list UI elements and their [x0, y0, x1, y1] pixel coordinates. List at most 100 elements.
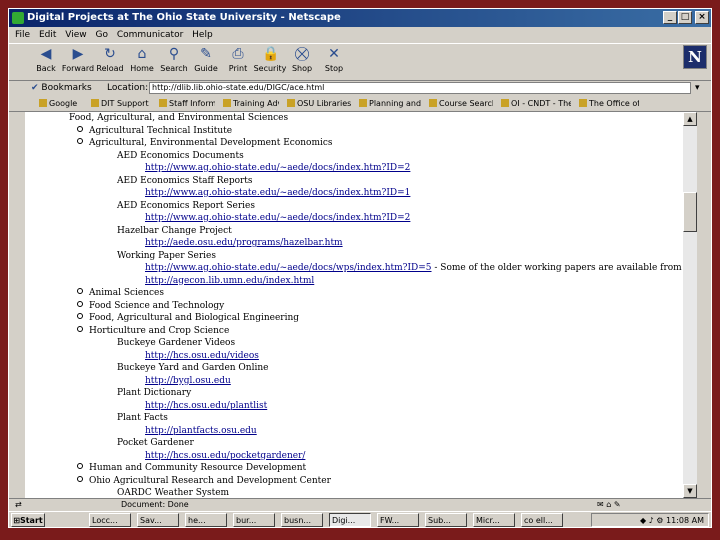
resource-note: - Some of the older working papers are a… — [431, 263, 682, 273]
list-item[interactable]: Agricultural Technical Institute — [77, 125, 232, 137]
clock: 11:08 AM — [666, 516, 704, 525]
resource-link[interactable]: http://agecon.lib.umn.edu/index.html — [145, 275, 314, 287]
taskbar-window-label: Micr... — [476, 516, 500, 525]
bookmark-label: Staff Informati — [169, 99, 215, 108]
resource-link[interactable]: http://www.ag.ohio-state.edu/~aede/docs/… — [145, 263, 432, 273]
menu-edit[interactable]: Edit — [39, 30, 56, 40]
bookmark-label: OSU Libraries C — [297, 99, 351, 108]
home-button[interactable]: ⌂ Home — [125, 46, 159, 78]
status-bar: ⇄ Document: Done ✉ ⌂ ✎ — [9, 498, 711, 511]
bookmark-item[interactable]: OSU Libraries C — [287, 97, 351, 111]
taskbar-window-button[interactable]: Digi... — [329, 513, 371, 527]
list-item[interactable]: Horticulture and Crop Science — [77, 325, 229, 337]
taskbar-window-button[interactable]: Sub... — [425, 513, 467, 527]
menu-help[interactable]: Help — [192, 30, 213, 40]
bookmark-item[interactable]: Training Advisc — [223, 97, 279, 111]
menu-file[interactable]: File — [15, 30, 30, 40]
security-button[interactable]: 🔒 Security — [253, 46, 287, 78]
url-input[interactable]: http://dlib.lib.ohio-state.edu/DIGC/ace.… — [149, 82, 691, 94]
bookmark-label: Training Advisc — [233, 99, 279, 108]
search-icon: ⚲ — [168, 46, 180, 62]
taskbar-window-label: co ell... — [524, 516, 553, 525]
forward-arrow-icon: ▶ — [72, 46, 84, 62]
bullet-icon — [77, 475, 83, 482]
bookmark-item[interactable]: Course Search F — [429, 97, 493, 111]
bookmark-icon: ✔ — [31, 83, 39, 93]
resource-link[interactable]: http://www.ag.ohio-state.edu/~aede/docs/… — [145, 162, 410, 174]
resource-link[interactable]: http://aede.osu.edu/programs/hazelbar.ht… — [145, 237, 343, 249]
bookmarks-button[interactable]: ✔ Bookmarks — [31, 80, 92, 96]
start-button[interactable]: ⊞Start — [11, 513, 45, 527]
list-item[interactable]: Ohio Agricultural Research and Developme… — [77, 475, 331, 487]
toolbar-label: Guide — [194, 64, 218, 73]
taskbar-window-button[interactable]: Micr... — [473, 513, 515, 527]
navigation-toolbar: ◀ Back ▶ Forward ↻ Reload ⌂ Home ⚲ Search ✎ Guide ⎙ P… — [9, 43, 711, 81]
resource-title: Plant Facts — [117, 413, 168, 423]
taskbar-window-button[interactable]: bur... — [233, 513, 275, 527]
menu-go[interactable]: Go — [95, 30, 107, 40]
bookmark-folder-icon — [159, 99, 167, 107]
taskbar-window-button[interactable]: FW... — [377, 513, 419, 527]
taskbar-window-button[interactable]: busn... — [281, 513, 323, 527]
list-item[interactable]: Human and Community Resource Development — [77, 462, 306, 474]
resource-title: OARDC Weather System — [117, 488, 230, 498]
maximize-button[interactable]: □ — [678, 11, 692, 24]
minimize-button[interactable]: _ — [663, 11, 677, 24]
taskbar-window-label: Sub... — [428, 516, 451, 525]
resource-link[interactable]: http://bygl.osu.edu — [145, 375, 231, 387]
page-content: Food, Agricultural, and Environmental Sc… — [25, 112, 683, 498]
tray-icons[interactable]: ◆ ♪ ⚙ — [640, 516, 666, 525]
back-button[interactable]: ◀ Back — [29, 46, 63, 78]
stop-button[interactable]: ✕ Stop — [317, 46, 351, 78]
reload-button[interactable]: ↻ Reload — [93, 46, 127, 78]
scroll-thumb[interactable] — [683, 192, 697, 232]
resource-link[interactable]: http://hcs.osu.edu/videos — [145, 350, 259, 362]
scroll-down-icon[interactable]: ▼ — [683, 484, 697, 498]
bookmark-folder-icon — [579, 99, 587, 107]
bullet-icon — [77, 288, 83, 294]
resource-link[interactable]: http://hcs.osu.edu/pocketgardener/ — [145, 450, 305, 462]
resource-link[interactable]: http://www.ag.ohio-state.edu/~aede/docs/… — [145, 187, 410, 199]
taskbar-window-button[interactable]: he... — [185, 513, 227, 527]
taskbar-window-button[interactable]: Locc... — [89, 513, 131, 527]
list-item[interactable]: Animal Sciences — [77, 287, 164, 299]
taskbar-window-button[interactable]: Sav... — [137, 513, 179, 527]
scroll-up-icon[interactable]: ▲ — [683, 112, 697, 126]
bookmark-item[interactable]: OI - CNDT - The OII — [501, 97, 571, 111]
menu-view[interactable]: View — [65, 30, 86, 40]
bookmarks-label: Bookmarks — [41, 83, 92, 93]
list-item[interactable]: Food Science and Technology — [77, 300, 224, 312]
browser-window: Digital Projects at The Ohio State Unive… — [8, 8, 712, 528]
bullet-icon — [77, 325, 83, 332]
vertical-scrollbar[interactable]: ▲ ▼ — [683, 112, 697, 498]
shop-button[interactable]: ⛒ Shop — [285, 46, 319, 78]
bookmark-item[interactable]: The Office of I — [579, 97, 639, 111]
bookmarks-bar: Google DIT Support Cen Staff Informati Trai… — [9, 97, 711, 112]
search-button[interactable]: ⚲ Search — [157, 46, 191, 78]
list-item[interactable]: Agricultural, Environmental Development … — [77, 137, 333, 149]
bookmark-item[interactable]: Google — [39, 97, 83, 111]
print-button[interactable]: ⎙ Print — [221, 46, 255, 78]
bookmark-folder-icon — [91, 99, 99, 107]
title-bar[interactable]: Digital Projects at The Ohio State Unive… — [9, 9, 711, 27]
taskbar-window-label: he... — [188, 516, 206, 525]
resource-title: Hazelbar Change Project — [117, 225, 232, 236]
close-button[interactable]: × — [695, 11, 709, 24]
resource-link[interactable]: http://hcs.osu.edu/plantlist — [145, 400, 267, 412]
menu-communicator[interactable]: Communicator — [117, 30, 183, 40]
guide-button[interactable]: ✎ Guide — [189, 46, 223, 78]
bookmark-item[interactable]: Planning and Pc — [359, 97, 421, 111]
list-item-text: Food Science and Technology — [89, 300, 225, 311]
taskbar-window-button[interactable]: co ell... — [521, 513, 563, 527]
bullet-icon — [77, 138, 83, 144]
resource-link[interactable]: http://plantfacts.osu.edu — [145, 425, 257, 437]
chevron-down-icon[interactable]: ▾ — [695, 80, 700, 96]
resource-link[interactable]: http://www.ag.ohio-state.edu/~aede/docs/… — [145, 212, 410, 224]
taskbar-window-label: bur... — [236, 516, 257, 525]
menu-bar: File Edit View Go Communicator Help — [9, 28, 711, 42]
bookmark-item[interactable]: Staff Informati — [159, 97, 215, 111]
forward-button[interactable]: ▶ Forward — [61, 46, 95, 78]
bookmark-item[interactable]: DIT Support Cen — [91, 97, 151, 111]
component-bar-icon[interactable]: ✉ ⌂ ✎ — [597, 499, 621, 511]
list-item[interactable]: Food, Agricultural and Biological Engine… — [77, 312, 299, 324]
